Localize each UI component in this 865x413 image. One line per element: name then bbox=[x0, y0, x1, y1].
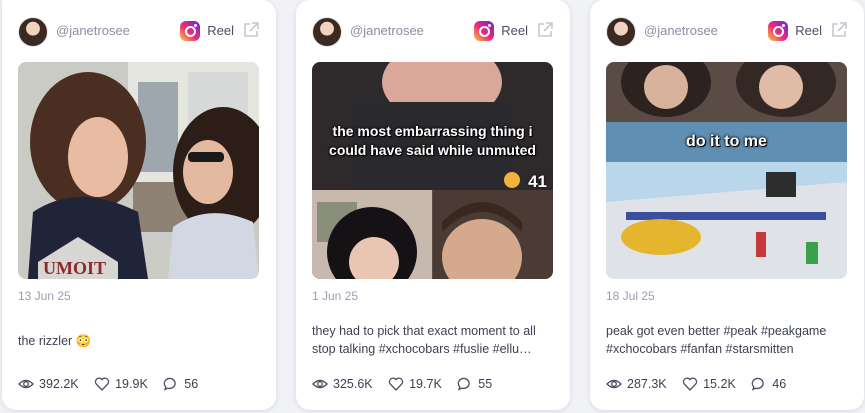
thumbnail-image bbox=[312, 62, 553, 279]
post-caption: the rizzler 😳 bbox=[18, 334, 92, 348]
post-date: 18 Jul 25 bbox=[606, 289, 655, 303]
comments-count: 46 bbox=[772, 377, 787, 391]
username[interactable]: @janetrosee bbox=[56, 23, 130, 38]
external-link-icon[interactable] bbox=[536, 21, 554, 39]
comment-icon bbox=[751, 377, 765, 391]
comments-stat: 55 bbox=[457, 376, 492, 392]
views-stat: 325.6K bbox=[312, 376, 373, 392]
post-type-label: Reel bbox=[795, 23, 822, 38]
likes-count: 19.9K bbox=[115, 377, 148, 391]
post-stats: 287.3K 15.2K 46 bbox=[606, 376, 798, 394]
likes-count: 19.7K bbox=[409, 377, 442, 391]
avatar[interactable] bbox=[606, 17, 636, 47]
views-stat: 287.3K bbox=[606, 376, 667, 392]
post-card[interactable]: @janetrosee Reel the most embarrassing t… bbox=[296, 0, 570, 410]
likes-stat: 15.2K bbox=[682, 376, 736, 392]
card-header: @janetrosee Reel bbox=[18, 17, 260, 47]
post-type-label: Reel bbox=[207, 23, 234, 38]
thumbnail-image bbox=[606, 62, 847, 279]
svg-text:UMOIT: UMOIT bbox=[43, 258, 106, 278]
comments-stat: 56 bbox=[163, 376, 198, 392]
post-thumbnail[interactable]: the most embarrassing thing i could have… bbox=[312, 62, 553, 279]
post-card[interactable]: @janetrosee Reel do it to me 18 Jul 25 p… bbox=[590, 0, 864, 410]
post-card[interactable]: @janetrosee Reel UMOIT 13 Jun 25 the riz… bbox=[2, 0, 276, 410]
views-count: 392.2K bbox=[39, 377, 79, 391]
eye-icon bbox=[606, 379, 622, 389]
thumbnail-image: UMOIT bbox=[18, 62, 259, 279]
instagram-icon bbox=[474, 21, 494, 41]
heart-icon bbox=[388, 377, 404, 391]
avatar[interactable] bbox=[18, 17, 48, 47]
likes-stat: 19.7K bbox=[388, 376, 442, 392]
post-date: 1 Jun 25 bbox=[312, 289, 359, 303]
card-header: @janetrosee Reel bbox=[606, 17, 848, 47]
username[interactable]: @janetrosee bbox=[350, 23, 424, 38]
post-stats: 392.2K 19.9K 56 bbox=[18, 376, 210, 394]
post-type-label: Reel bbox=[501, 23, 528, 38]
comments-stat: 46 bbox=[751, 376, 786, 392]
post-thumbnail[interactable]: do it to me bbox=[606, 62, 847, 279]
instagram-icon bbox=[180, 21, 200, 41]
post-thumbnail[interactable]: UMOIT bbox=[18, 62, 259, 279]
views-count: 325.6K bbox=[333, 377, 373, 391]
avatar[interactable] bbox=[312, 17, 342, 47]
video-count-overlay: 41 bbox=[528, 172, 547, 191]
comments-count: 56 bbox=[184, 377, 199, 391]
views-stat: 392.2K bbox=[18, 376, 79, 392]
post-stats: 325.6K 19.7K 55 bbox=[312, 376, 504, 394]
post-caption: peak got even better #peak #peakgame #xc… bbox=[606, 324, 827, 356]
post-caption: they had to pick that exact moment to al… bbox=[312, 324, 536, 356]
video-caption-overlay: do it to me bbox=[686, 133, 767, 150]
eye-icon bbox=[18, 379, 34, 389]
post-date: 13 Jun 25 bbox=[18, 289, 71, 303]
comment-icon bbox=[457, 377, 471, 391]
card-header: @janetrosee Reel bbox=[312, 17, 554, 47]
video-caption-overlay: the most embarrassing thing i could have… bbox=[329, 123, 536, 158]
external-link-icon[interactable] bbox=[242, 21, 260, 39]
heart-icon bbox=[94, 377, 110, 391]
comments-count: 55 bbox=[478, 377, 493, 391]
views-count: 287.3K bbox=[627, 377, 667, 391]
instagram-icon bbox=[768, 21, 788, 41]
likes-stat: 19.9K bbox=[94, 376, 148, 392]
comment-icon bbox=[163, 377, 177, 391]
heart-icon bbox=[682, 377, 698, 391]
external-link-icon[interactable] bbox=[830, 21, 848, 39]
eye-icon bbox=[312, 379, 328, 389]
username[interactable]: @janetrosee bbox=[644, 23, 718, 38]
likes-count: 15.2K bbox=[703, 377, 736, 391]
